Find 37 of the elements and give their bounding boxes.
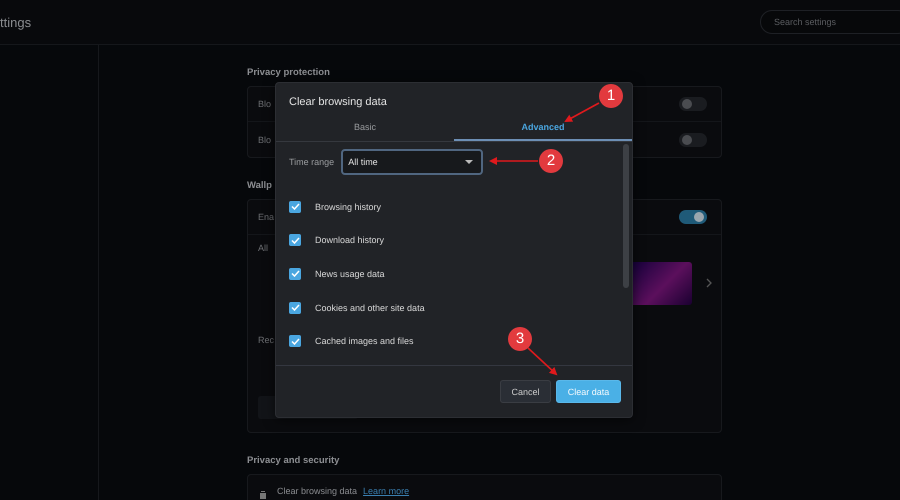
annotation-arrow (564, 102, 600, 122)
learn-more-link[interactable]: Learn more (363, 486, 410, 496)
search-field[interactable]: Search settings (760, 10, 900, 34)
setting-label: Clear browsing data (277, 486, 358, 496)
caret-icon (465, 160, 474, 164)
checkbox-label: News usage data (315, 268, 385, 279)
annotation-arrow (489, 157, 538, 165)
checkbox-label: Browsing history (315, 202, 382, 212)
setting-label: Ena (258, 212, 274, 222)
field-label: Time range (289, 157, 334, 167)
checkbox[interactable] (289, 200, 301, 213)
setting-label: All (258, 243, 268, 253)
setting-label: Blo (258, 99, 272, 109)
dialog-title: Clear browsing data (289, 96, 387, 110)
tab[interactable]: Basic (276, 115, 454, 141)
annotation-arrow (527, 347, 558, 376)
checkbox[interactable] (289, 234, 301, 246)
checkbox-label: Download history (315, 235, 384, 246)
time-range-dropdown[interactable]: All time (341, 149, 484, 175)
cancel-button[interactable]: Cancel (500, 380, 551, 403)
section-title: Wallp (247, 180, 273, 191)
tab[interactable]: Advanced (454, 115, 632, 141)
toggle-switch[interactable] (679, 132, 707, 146)
trash-icon (258, 491, 268, 499)
checkbox[interactable] (289, 268, 301, 280)
setting-label: Blo (258, 134, 272, 144)
checkbox-label: Cookies and other site data (315, 302, 425, 313)
section-title: Privacy and security (247, 455, 340, 466)
checkbox-label: Cached images and files (315, 336, 414, 346)
checkbox[interactable] (289, 302, 301, 314)
chevron-right-icon[interactable] (706, 278, 712, 290)
toggle-switch[interactable] (679, 97, 707, 111)
section-title: Privacy protection (247, 67, 331, 78)
toggle-switch[interactable] (679, 210, 707, 224)
setting-label: Rec (258, 335, 274, 345)
checkbox[interactable] (289, 335, 301, 348)
page-title: ttings (0, 14, 32, 30)
